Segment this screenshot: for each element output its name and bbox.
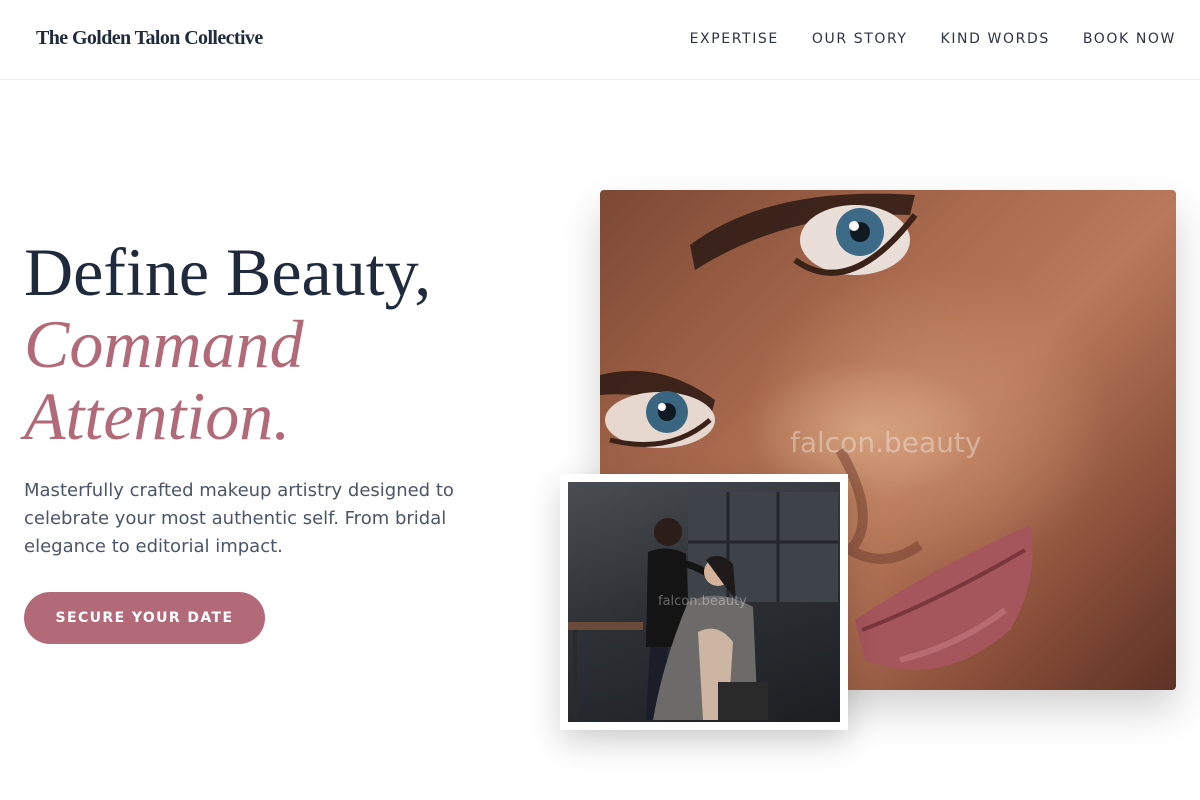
nav-expertise[interactable]: EXPERTISE bbox=[690, 31, 779, 47]
hero-title-line-1: Define Beauty, bbox=[24, 234, 432, 310]
inset-image-watermark: falcon.beauty bbox=[658, 594, 747, 609]
site-header: The Golden Talon Collective EXPERTISE OU… bbox=[0, 0, 1200, 80]
artist-at-work-image: falcon.beauty bbox=[568, 482, 840, 722]
main-nav: EXPERTISE OUR STORY KIND WORDS BOOK NOW bbox=[690, 31, 1176, 47]
nav-book-now[interactable]: BOOK NOW bbox=[1083, 31, 1176, 47]
hero-title-line-2: Command bbox=[24, 306, 304, 382]
nav-kind-words[interactable]: KIND WORDS bbox=[941, 31, 1050, 47]
hero-title: Define Beauty, Command Attention. bbox=[24, 236, 431, 452]
main-image-watermark: falcon.beauty bbox=[790, 426, 982, 459]
hero-subtitle: Masterfully crafted makeup artistry desi… bbox=[24, 480, 454, 557]
hero-title-line-3: Attention. bbox=[24, 378, 291, 454]
brand-logo[interactable]: The Golden Talon Collective bbox=[36, 27, 263, 50]
nav-our-story[interactable]: OUR STORY bbox=[812, 31, 908, 47]
inset-photo-frame: falcon.beauty bbox=[560, 474, 848, 730]
secure-date-button[interactable]: SECURE YOUR DATE bbox=[24, 592, 265, 644]
